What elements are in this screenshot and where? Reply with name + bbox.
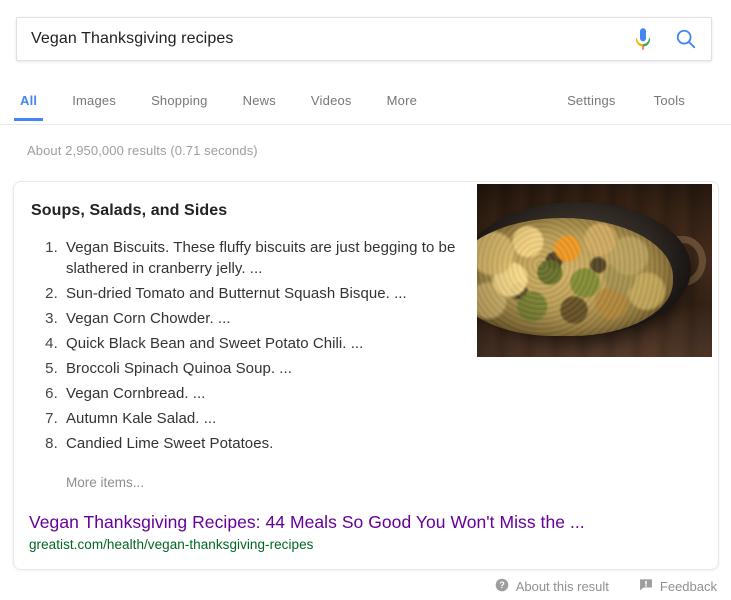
list-item: Sun-dried Tomato and Butternut Squash Bi…	[62, 284, 471, 305]
list-item: Vegan Corn Chowder. ...	[62, 309, 471, 330]
search-box-icons	[633, 27, 711, 51]
tab-images[interactable]: Images	[72, 93, 116, 121]
svg-text:?: ?	[499, 580, 504, 590]
about-this-result-label: About this result	[515, 579, 609, 594]
search-header	[0, 0, 731, 79]
snippet-heading: Soups, Salads, and Sides	[31, 202, 228, 219]
microphone-icon[interactable]	[633, 27, 653, 51]
tab-videos[interactable]: Videos	[311, 93, 352, 121]
image-food	[477, 218, 673, 336]
feedback-label: Feedback	[659, 579, 717, 594]
tab-shopping[interactable]: Shopping	[151, 93, 208, 121]
snippet-item-list: Vegan Biscuits. These fluffy biscuits ar…	[31, 238, 471, 459]
result-stats: About 2,950,000 results (0.71 seconds)	[27, 143, 258, 158]
snippet-footer: ? About this result Feedback	[495, 578, 717, 595]
google-search-results-page: All Images Shopping News Videos More Set…	[0, 0, 731, 600]
help-circle-icon: ?	[495, 578, 509, 595]
about-this-result-button[interactable]: ? About this result	[495, 578, 609, 595]
settings-link[interactable]: Settings	[567, 93, 616, 108]
list-item: Quick Black Bean and Sweet Potato Chili.…	[62, 334, 471, 355]
list-item: Broccoli Spinach Quinoa Soup. ...	[62, 359, 471, 380]
tab-more[interactable]: More	[387, 93, 417, 121]
tools-link[interactable]: Tools	[654, 93, 685, 108]
search-icon[interactable]	[675, 28, 697, 50]
more-items-link[interactable]: More items...	[66, 475, 144, 490]
nav-tabs: All Images Shopping News Videos More Set…	[0, 79, 731, 124]
result-title-link[interactable]: Vegan Thanksgiving Recipes: 44 Meals So …	[29, 512, 585, 533]
nav-right-links: Settings Tools	[529, 93, 731, 108]
search-box[interactable]	[16, 17, 712, 61]
list-item: Candied Lime Sweet Potatoes.	[62, 434, 471, 455]
feedback-button[interactable]: Feedback	[639, 578, 717, 595]
list-item: Autumn Kale Salad. ...	[62, 409, 471, 430]
result-url[interactable]: greatist.com/health/vegan-thanksgiving-r…	[29, 537, 313, 552]
search-nav-bar: All Images Shopping News Videos More Set…	[0, 79, 731, 125]
list-item: Vegan Biscuits. These fluffy biscuits ar…	[62, 238, 471, 279]
list-item: Vegan Cornbread. ...	[62, 384, 471, 405]
snippet-thumbnail-image[interactable]	[477, 184, 712, 357]
feedback-icon	[639, 578, 653, 595]
tab-all[interactable]: All	[13, 93, 44, 121]
tab-news[interactable]: News	[243, 93, 276, 121]
search-input[interactable]	[17, 18, 633, 60]
featured-snippet-card: Soups, Salads, and Sides Vegan Biscuits.…	[13, 181, 719, 570]
